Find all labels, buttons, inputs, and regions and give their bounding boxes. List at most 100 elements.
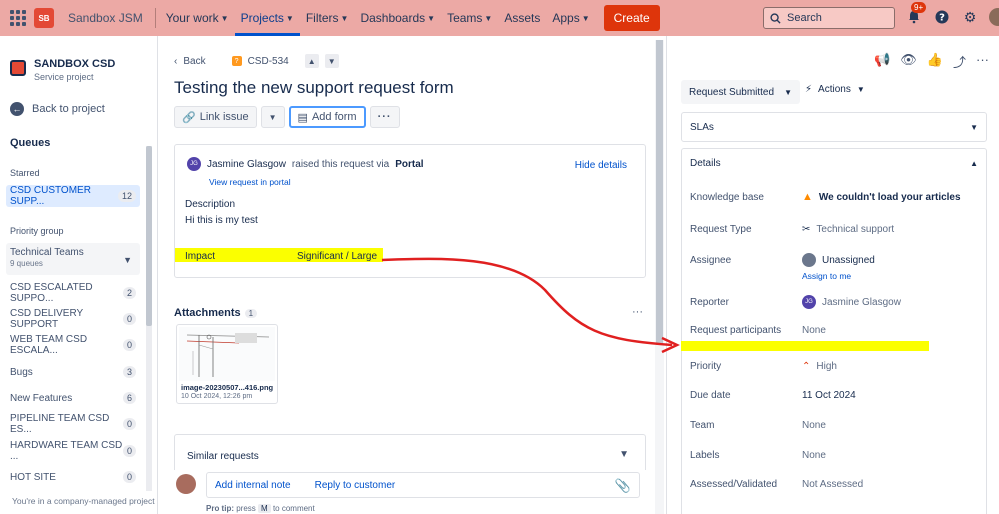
field-value: Not Assessed bbox=[802, 479, 864, 490]
topbar-actions: 9+ ? ⚙ bbox=[905, 2, 999, 26]
sidebar-item-queue[interactable]: HOT SITE 0 bbox=[6, 466, 140, 488]
nav-dashboards[interactable]: Dashboards ▼ bbox=[354, 0, 441, 36]
share-icon[interactable]: ⤴ bbox=[953, 52, 966, 71]
thumbs-up-icon[interactable]: 👍 bbox=[927, 52, 943, 71]
watch-eye-icon[interactable]: 👁 bbox=[900, 52, 917, 71]
chevron-down-icon: ▼ bbox=[285, 13, 294, 23]
queue-label: CSD CUSTOMER SUPP... bbox=[10, 185, 91, 207]
nav-assets[interactable]: Assets bbox=[498, 0, 546, 36]
search-input[interactable]: Search bbox=[763, 7, 895, 29]
requester-name[interactable]: Jasmine Glasgow bbox=[207, 159, 286, 170]
main-scrollbar[interactable] bbox=[655, 40, 664, 514]
description-text[interactable]: Hi this is my test bbox=[185, 215, 258, 226]
chevron-down-icon[interactable]: ▼ bbox=[324, 54, 339, 68]
chevron-up-icon: ▲ bbox=[970, 158, 978, 168]
ticket-key[interactable]: CSD-534 bbox=[248, 56, 289, 67]
sidebar-scrollbar[interactable] bbox=[146, 146, 152, 491]
attachments-label: Attachments bbox=[174, 307, 241, 319]
slas-section[interactable]: SLAs ▼ bbox=[681, 112, 987, 142]
queue-count: 2 bbox=[122, 287, 136, 299]
participants-row[interactable]: Request participants None bbox=[690, 325, 826, 336]
field-label: Assessed/Validated bbox=[690, 479, 778, 490]
add-form-button[interactable]: ▤ Add form bbox=[288, 106, 366, 128]
more-icon[interactable]: ··· bbox=[976, 52, 989, 71]
assessed-validated-row[interactable]: Assessed/Validated Not Assessed bbox=[690, 479, 863, 490]
hide-details-link[interactable]: Hide details bbox=[575, 160, 627, 171]
requester-avatar[interactable]: JG bbox=[187, 157, 201, 171]
channel-name: Portal bbox=[395, 158, 424, 170]
chevron-left-icon[interactable]: ‹ bbox=[174, 56, 177, 67]
request-type-row[interactable]: Request Type ✂ Technical support bbox=[690, 224, 894, 235]
status-dropdown[interactable]: Request Submitted ▼ bbox=[681, 80, 800, 104]
paperclip-icon[interactable]: 📎 bbox=[615, 478, 631, 494]
nav-projects[interactable]: Projects ▼ bbox=[234, 0, 300, 36]
search-placeholder: Search bbox=[787, 12, 822, 24]
impact-value[interactable]: Significant / Large bbox=[297, 251, 377, 262]
issue-actions: 🔗 Link issue ▼ ▤ Add form ··· bbox=[174, 106, 400, 128]
similar-requests-section[interactable]: Similar requests ▼ bbox=[174, 434, 646, 474]
more-actions-button[interactable]: ··· bbox=[369, 106, 400, 128]
nav-apps[interactable]: Apps ▼ bbox=[546, 0, 595, 36]
actions-dropdown[interactable]: ⚡ Actions ▼ bbox=[805, 84, 865, 95]
back-to-project-link[interactable]: ← Back to project bbox=[10, 102, 105, 116]
page-title[interactable]: Testing the new support request form bbox=[174, 78, 454, 98]
pro-tip-text: press bbox=[236, 504, 256, 513]
sidebar-item-queue[interactable]: CSD ESCALATED SUPPO... 2 bbox=[6, 282, 140, 304]
sidebar-item-queue[interactable]: WEB TEAM CSD ESCALA... 0 bbox=[6, 334, 140, 356]
labels-row[interactable]: Labels None bbox=[690, 450, 826, 461]
link-issue-dropdown[interactable]: ▼ bbox=[260, 106, 285, 128]
megaphone-icon[interactable]: 📢 bbox=[874, 52, 890, 71]
field-value: None bbox=[802, 325, 826, 336]
chevron-down-icon: ▼ bbox=[427, 13, 436, 23]
back-link[interactable]: Back bbox=[183, 56, 205, 67]
team-row[interactable]: Team None bbox=[690, 420, 826, 431]
chevron-down-icon[interactable]: ▼ bbox=[619, 449, 629, 460]
reply-to-customer-button[interactable]: Reply to customer bbox=[315, 480, 396, 491]
attachment-thumbnail[interactable]: image-20230507...416.png 10 Oct 2024, 12… bbox=[176, 324, 278, 404]
due-date-row[interactable]: Due date 11 Oct 2024 bbox=[690, 390, 856, 401]
assignee-row[interactable]: Assignee Unassigned bbox=[690, 253, 875, 267]
priority-row[interactable]: Priority ⌃ High bbox=[690, 361, 837, 372]
scrollbar-thumb[interactable] bbox=[656, 40, 663, 345]
reporter-row[interactable]: Reporter JG Jasmine Glasgow bbox=[690, 295, 901, 309]
requester-line: JG Jasmine Glasgow raised this request v… bbox=[187, 157, 424, 171]
issue-details-panel: 📢 👁 👍 ⤴ ··· Request Submitted ▼ ⚡ Action… bbox=[666, 36, 999, 514]
description-label: Description bbox=[185, 199, 236, 210]
sidebar-item-csd-customer-support[interactable]: CSD CUSTOMER SUPP... 12 bbox=[6, 185, 140, 207]
slas-label: SLAs bbox=[690, 121, 714, 133]
similar-requests-label: Similar requests bbox=[187, 451, 259, 462]
nav-teams[interactable]: Teams ▼ bbox=[441, 0, 498, 36]
sidebar-item-queue[interactable]: CSD DELIVERY SUPPORT 0 bbox=[6, 308, 140, 330]
request-details-card: JG Jasmine Glasgow raised this request v… bbox=[174, 144, 646, 278]
queue-count: 12 bbox=[117, 190, 136, 202]
help-icon[interactable]: ? bbox=[933, 8, 951, 26]
notifications-icon[interactable]: 9+ bbox=[905, 2, 927, 26]
field-label: Priority bbox=[690, 361, 722, 372]
technical-teams-group[interactable]: Technical Teams 9 queues ▼ bbox=[6, 243, 140, 275]
sidebar-item-queue[interactable]: HARDWARE TEAM CSD ... 0 bbox=[6, 440, 140, 462]
project-header[interactable]: SANDBOX CSD Service project bbox=[10, 58, 115, 82]
user-avatar[interactable] bbox=[989, 8, 999, 26]
add-internal-note-button[interactable]: Add internal note bbox=[215, 480, 291, 491]
chevron-down-icon: ▼ bbox=[268, 112, 277, 122]
create-button[interactable]: Create bbox=[603, 5, 660, 31]
sidebar-item-queue[interactable]: PIPELINE TEAM CSD ES... 0 bbox=[6, 413, 140, 435]
site-logo[interactable]: SB bbox=[34, 8, 54, 28]
comment-input[interactable]: Add internal note Reply to customer 📎 bbox=[206, 472, 640, 498]
app-switcher-icon[interactable] bbox=[10, 10, 26, 26]
chevron-up-icon[interactable]: ▲ bbox=[304, 54, 319, 68]
attachments-more-icon[interactable]: ··· bbox=[632, 306, 643, 318]
chevron-down-icon: ▼ bbox=[784, 87, 792, 97]
details-header[interactable]: Details ▲ bbox=[682, 149, 986, 177]
nav-filters[interactable]: Filters ▼ bbox=[300, 0, 355, 36]
view-in-portal-link[interactable]: View request in portal bbox=[209, 177, 291, 187]
sidebar-item-queue[interactable]: New Features 6 bbox=[6, 387, 140, 409]
arrow-left-icon: ← bbox=[10, 102, 24, 116]
scrollbar-thumb[interactable] bbox=[146, 146, 152, 326]
link-issue-button[interactable]: 🔗 Link issue bbox=[174, 106, 257, 128]
site-name[interactable]: Sandbox JSM bbox=[68, 11, 143, 25]
nav-your-work[interactable]: Your work ▼ bbox=[160, 0, 235, 36]
sidebar-item-queue[interactable]: Bugs 3 bbox=[6, 361, 140, 383]
assign-to-me-link[interactable]: Assign to me bbox=[802, 271, 851, 281]
settings-gear-icon[interactable]: ⚙ bbox=[961, 8, 979, 26]
